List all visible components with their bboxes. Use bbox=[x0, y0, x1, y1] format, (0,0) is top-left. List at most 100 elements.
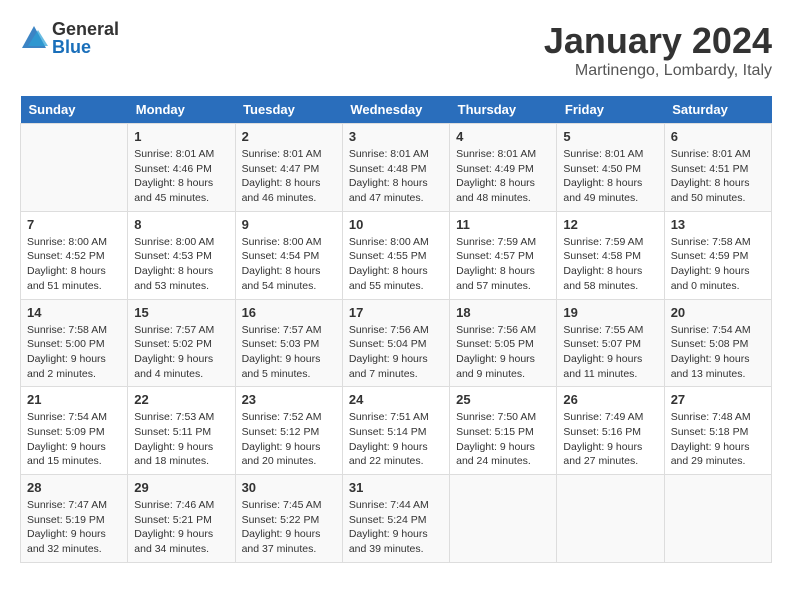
day-info: Sunrise: 8:01 AM Sunset: 4:48 PM Dayligh… bbox=[349, 147, 443, 206]
calendar-cell: 7Sunrise: 8:00 AM Sunset: 4:52 PM Daylig… bbox=[21, 211, 128, 299]
day-number: 1 bbox=[134, 129, 228, 144]
day-info: Sunrise: 7:46 AM Sunset: 5:21 PM Dayligh… bbox=[134, 498, 228, 557]
day-number: 23 bbox=[242, 392, 336, 407]
calendar-cell: 20 Sunrise: 7:54 AM Sunset: 5:08 PM Dayli… bbox=[664, 299, 771, 387]
day-number: 30 bbox=[242, 480, 336, 495]
day-number: 15 bbox=[134, 305, 228, 320]
calendar-cell: 27 Sunrise: 7:48 AM Sunset: 5:18 PM Dayli… bbox=[664, 387, 771, 475]
day-number: 13 bbox=[671, 217, 765, 232]
day-info: Sunrise: 7:56 AM Sunset: 5:05 PM Dayligh… bbox=[456, 323, 550, 382]
calendar-cell: 25Sunrise: 7:50 AM Sunset: 5:15 PM Dayli… bbox=[450, 387, 557, 475]
calendar-cell: 18Sunrise: 7:56 AM Sunset: 5:05 PM Dayli… bbox=[450, 299, 557, 387]
day-info: Sunrise: 8:01 AM Sunset: 4:49 PM Dayligh… bbox=[456, 147, 550, 206]
calendar-cell: 31 Sunrise: 7:44 AM Sunset: 5:24 PM Dayli… bbox=[342, 475, 449, 563]
calendar-cell: 14 Sunrise: 7:58 AM Sunset: 5:00 PM Dayli… bbox=[21, 299, 128, 387]
calendar-cell: 22 Sunrise: 7:53 AM Sunset: 5:11 PM Dayli… bbox=[128, 387, 235, 475]
day-number: 22 bbox=[134, 392, 228, 407]
page-header: General Blue January 2024 Martinengo, Lo… bbox=[20, 20, 772, 80]
day-info: Sunrise: 7:59 AM Sunset: 4:57 PM Dayligh… bbox=[456, 235, 550, 294]
location: Martinengo, Lombardy, Italy bbox=[544, 62, 772, 80]
calendar-cell: 11 Sunrise: 7:59 AM Sunset: 4:57 PM Dayli… bbox=[450, 211, 557, 299]
calendar-cell: 26Sunrise: 7:49 AM Sunset: 5:16 PM Dayli… bbox=[557, 387, 664, 475]
calendar-week-5: 28Sunrise: 7:47 AM Sunset: 5:19 PM Dayli… bbox=[21, 475, 772, 563]
day-number: 27 bbox=[671, 392, 765, 407]
day-info: Sunrise: 8:00 AM Sunset: 4:53 PM Dayligh… bbox=[134, 235, 228, 294]
calendar-header-saturday: Saturday bbox=[664, 96, 771, 124]
calendar-cell: 15 Sunrise: 7:57 AM Sunset: 5:02 PM Dayli… bbox=[128, 299, 235, 387]
day-info: Sunrise: 8:01 AM Sunset: 4:51 PM Dayligh… bbox=[671, 147, 765, 206]
day-info: Sunrise: 7:54 AM Sunset: 5:08 PM Dayligh… bbox=[671, 323, 765, 382]
day-number: 8 bbox=[134, 217, 228, 232]
calendar-table: SundayMondayTuesdayWednesdayThursdayFrid… bbox=[20, 96, 772, 563]
calendar-header-row: SundayMondayTuesdayWednesdayThursdayFrid… bbox=[21, 96, 772, 124]
day-number: 9 bbox=[242, 217, 336, 232]
day-info: Sunrise: 7:52 AM Sunset: 5:12 PM Dayligh… bbox=[242, 410, 336, 469]
calendar-cell: 24 Sunrise: 7:51 AM Sunset: 5:14 PM Dayli… bbox=[342, 387, 449, 475]
day-info: Sunrise: 7:48 AM Sunset: 5:18 PM Dayligh… bbox=[671, 410, 765, 469]
day-number: 25 bbox=[456, 392, 550, 407]
logo: General Blue bbox=[20, 20, 119, 56]
calendar-cell: 1Sunrise: 8:01 AM Sunset: 4:46 PM Daylig… bbox=[128, 124, 235, 212]
day-info: Sunrise: 7:57 AM Sunset: 5:02 PM Dayligh… bbox=[134, 323, 228, 382]
day-number: 6 bbox=[671, 129, 765, 144]
day-info: Sunrise: 7:44 AM Sunset: 5:24 PM Dayligh… bbox=[349, 498, 443, 557]
calendar-cell: 28Sunrise: 7:47 AM Sunset: 5:19 PM Dayli… bbox=[21, 475, 128, 563]
day-info: Sunrise: 7:58 AM Sunset: 5:00 PM Dayligh… bbox=[27, 323, 121, 382]
day-info: Sunrise: 7:51 AM Sunset: 5:14 PM Dayligh… bbox=[349, 410, 443, 469]
day-info: Sunrise: 7:45 AM Sunset: 5:22 PM Dayligh… bbox=[242, 498, 336, 557]
calendar-cell: 19Sunrise: 7:55 AM Sunset: 5:07 PM Dayli… bbox=[557, 299, 664, 387]
day-number: 2 bbox=[242, 129, 336, 144]
calendar-header-thursday: Thursday bbox=[450, 96, 557, 124]
day-number: 14 bbox=[27, 305, 121, 320]
month-title: January 2024 bbox=[544, 20, 772, 62]
logo-general: General bbox=[52, 20, 119, 38]
logo-blue: Blue bbox=[52, 38, 119, 56]
day-number: 5 bbox=[563, 129, 657, 144]
calendar-cell: 2 Sunrise: 8:01 AM Sunset: 4:47 PM Daylig… bbox=[235, 124, 342, 212]
day-info: Sunrise: 8:01 AM Sunset: 4:50 PM Dayligh… bbox=[563, 147, 657, 206]
calendar-cell: 17 Sunrise: 7:56 AM Sunset: 5:04 PM Dayli… bbox=[342, 299, 449, 387]
calendar-cell: 6 Sunrise: 8:01 AM Sunset: 4:51 PM Daylig… bbox=[664, 124, 771, 212]
day-info: Sunrise: 7:54 AM Sunset: 5:09 PM Dayligh… bbox=[27, 410, 121, 469]
calendar-week-4: 21 Sunrise: 7:54 AM Sunset: 5:09 PM Dayli… bbox=[21, 387, 772, 475]
calendar-cell: 23 Sunrise: 7:52 AM Sunset: 5:12 PM Dayli… bbox=[235, 387, 342, 475]
day-number: 26 bbox=[563, 392, 657, 407]
day-info: Sunrise: 7:56 AM Sunset: 5:04 PM Dayligh… bbox=[349, 323, 443, 382]
calendar-cell: 12 Sunrise: 7:59 AM Sunset: 4:58 PM Dayli… bbox=[557, 211, 664, 299]
day-number: 31 bbox=[349, 480, 443, 495]
calendar-header-tuesday: Tuesday bbox=[235, 96, 342, 124]
day-number: 16 bbox=[242, 305, 336, 320]
day-info: Sunrise: 8:00 AM Sunset: 4:54 PM Dayligh… bbox=[242, 235, 336, 294]
calendar-cell bbox=[21, 124, 128, 212]
day-number: 11 bbox=[456, 217, 550, 232]
calendar-header-friday: Friday bbox=[557, 96, 664, 124]
day-info: Sunrise: 7:59 AM Sunset: 4:58 PM Dayligh… bbox=[563, 235, 657, 294]
day-number: 20 bbox=[671, 305, 765, 320]
calendar-cell bbox=[557, 475, 664, 563]
day-number: 12 bbox=[563, 217, 657, 232]
calendar-cell bbox=[664, 475, 771, 563]
logo-icon bbox=[20, 24, 48, 52]
day-number: 4 bbox=[456, 129, 550, 144]
calendar-cell: 8 Sunrise: 8:00 AM Sunset: 4:53 PM Daylig… bbox=[128, 211, 235, 299]
calendar-cell: 10Sunrise: 8:00 AM Sunset: 4:55 PM Dayli… bbox=[342, 211, 449, 299]
calendar-week-1: 1Sunrise: 8:01 AM Sunset: 4:46 PM Daylig… bbox=[21, 124, 772, 212]
day-info: Sunrise: 8:01 AM Sunset: 4:47 PM Dayligh… bbox=[242, 147, 336, 206]
day-number: 21 bbox=[27, 392, 121, 407]
calendar-cell bbox=[450, 475, 557, 563]
day-info: Sunrise: 8:00 AM Sunset: 4:52 PM Dayligh… bbox=[27, 235, 121, 294]
calendar-cell: 9 Sunrise: 8:00 AM Sunset: 4:54 PM Daylig… bbox=[235, 211, 342, 299]
calendar-week-3: 14 Sunrise: 7:58 AM Sunset: 5:00 PM Dayli… bbox=[21, 299, 772, 387]
calendar-cell: 21 Sunrise: 7:54 AM Sunset: 5:09 PM Dayli… bbox=[21, 387, 128, 475]
day-number: 17 bbox=[349, 305, 443, 320]
calendar-week-2: 7Sunrise: 8:00 AM Sunset: 4:52 PM Daylig… bbox=[21, 211, 772, 299]
day-number: 29 bbox=[134, 480, 228, 495]
calendar-cell: 5 Sunrise: 8:01 AM Sunset: 4:50 PM Daylig… bbox=[557, 124, 664, 212]
day-number: 10 bbox=[349, 217, 443, 232]
day-info: Sunrise: 7:53 AM Sunset: 5:11 PM Dayligh… bbox=[134, 410, 228, 469]
calendar-header-sunday: Sunday bbox=[21, 96, 128, 124]
day-number: 19 bbox=[563, 305, 657, 320]
day-number: 24 bbox=[349, 392, 443, 407]
title-area: January 2024 Martinengo, Lombardy, Italy bbox=[544, 20, 772, 80]
day-info: Sunrise: 7:47 AM Sunset: 5:19 PM Dayligh… bbox=[27, 498, 121, 557]
